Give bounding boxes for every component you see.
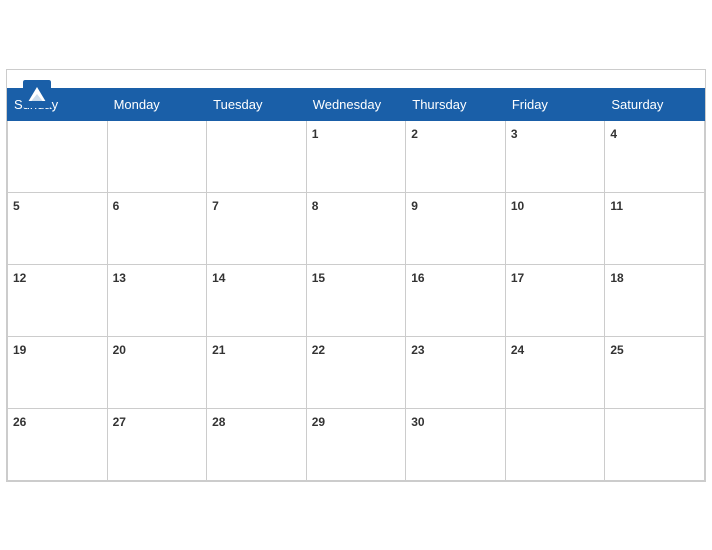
calendar-day: 25 <box>605 336 705 408</box>
calendar-day: 6 <box>107 192 207 264</box>
day-number: 8 <box>312 199 319 213</box>
calendar-day: 9 <box>406 192 506 264</box>
calendar-week-4: 19 20 21 22 23 24 25 <box>8 336 705 408</box>
calendar-container: SundayMondayTuesdayWednesdayThursdayFrid… <box>6 69 706 482</box>
calendar-day: 19 <box>8 336 108 408</box>
weekday-header-thursday: Thursday <box>406 88 506 120</box>
day-number: 12 <box>13 271 26 285</box>
calendar-day: 15 <box>306 264 406 336</box>
day-number: 2 <box>411 127 418 141</box>
calendar-day: 11 <box>605 192 705 264</box>
day-number: 26 <box>13 415 26 429</box>
calendar-day <box>107 120 207 192</box>
calendar-day: 7 <box>207 192 307 264</box>
calendar-day: 5 <box>8 192 108 264</box>
calendar-day: 3 <box>505 120 605 192</box>
calendar-day: 30 <box>406 408 506 480</box>
day-number: 1 <box>312 127 319 141</box>
weekday-header-saturday: Saturday <box>605 88 705 120</box>
calendar-day <box>8 120 108 192</box>
day-number: 5 <box>13 199 20 213</box>
day-number: 29 <box>312 415 325 429</box>
day-number: 19 <box>13 343 26 357</box>
calendar-week-2: 5 6 7 8 9 10 11 <box>8 192 705 264</box>
calendar-week-3: 12 13 14 15 16 17 18 <box>8 264 705 336</box>
day-number: 18 <box>610 271 623 285</box>
calendar-day: 1 <box>306 120 406 192</box>
day-number: 28 <box>212 415 225 429</box>
day-number: 4 <box>610 127 617 141</box>
weekday-header-monday: Monday <box>107 88 207 120</box>
day-number: 15 <box>312 271 325 285</box>
day-number: 17 <box>511 271 524 285</box>
day-number: 9 <box>411 199 418 213</box>
calendar-day <box>605 408 705 480</box>
day-number: 27 <box>113 415 126 429</box>
day-number: 11 <box>610 199 623 213</box>
calendar-day: 4 <box>605 120 705 192</box>
calendar-day: 27 <box>107 408 207 480</box>
generalblue-logo-icon <box>23 80 51 108</box>
calendar-week-5: 26 27 28 29 30 <box>8 408 705 480</box>
day-number: 21 <box>212 343 225 357</box>
calendar-week-1: 1 2 3 4 <box>8 120 705 192</box>
calendar-day: 26 <box>8 408 108 480</box>
calendar-day <box>505 408 605 480</box>
weekday-header-tuesday: Tuesday <box>207 88 307 120</box>
weekday-header-friday: Friday <box>505 88 605 120</box>
calendar-day: 23 <box>406 336 506 408</box>
day-number: 30 <box>411 415 424 429</box>
calendar-day: 21 <box>207 336 307 408</box>
day-number: 23 <box>411 343 424 357</box>
day-number: 20 <box>113 343 126 357</box>
calendar-day: 18 <box>605 264 705 336</box>
calendar-day <box>207 120 307 192</box>
calendar-day: 8 <box>306 192 406 264</box>
calendar-day: 14 <box>207 264 307 336</box>
day-number: 16 <box>411 271 424 285</box>
weekday-header-wednesday: Wednesday <box>306 88 406 120</box>
calendar-day: 12 <box>8 264 108 336</box>
day-number: 7 <box>212 199 219 213</box>
calendar-day: 20 <box>107 336 207 408</box>
calendar-day: 17 <box>505 264 605 336</box>
calendar-day: 13 <box>107 264 207 336</box>
calendar-day: 24 <box>505 336 605 408</box>
day-number: 22 <box>312 343 325 357</box>
calendar-day: 2 <box>406 120 506 192</box>
day-number: 13 <box>113 271 126 285</box>
logo-area <box>23 80 55 108</box>
calendar-header <box>7 70 705 88</box>
day-number: 3 <box>511 127 518 141</box>
weekday-header-row: SundayMondayTuesdayWednesdayThursdayFrid… <box>8 88 705 120</box>
calendar-day: 22 <box>306 336 406 408</box>
day-number: 10 <box>511 199 524 213</box>
calendar-grid: SundayMondayTuesdayWednesdayThursdayFrid… <box>7 88 705 481</box>
calendar-day: 29 <box>306 408 406 480</box>
day-number: 14 <box>212 271 225 285</box>
calendar-day: 16 <box>406 264 506 336</box>
day-number: 25 <box>610 343 623 357</box>
calendar-day: 10 <box>505 192 605 264</box>
day-number: 6 <box>113 199 120 213</box>
day-number: 24 <box>511 343 524 357</box>
calendar-day: 28 <box>207 408 307 480</box>
